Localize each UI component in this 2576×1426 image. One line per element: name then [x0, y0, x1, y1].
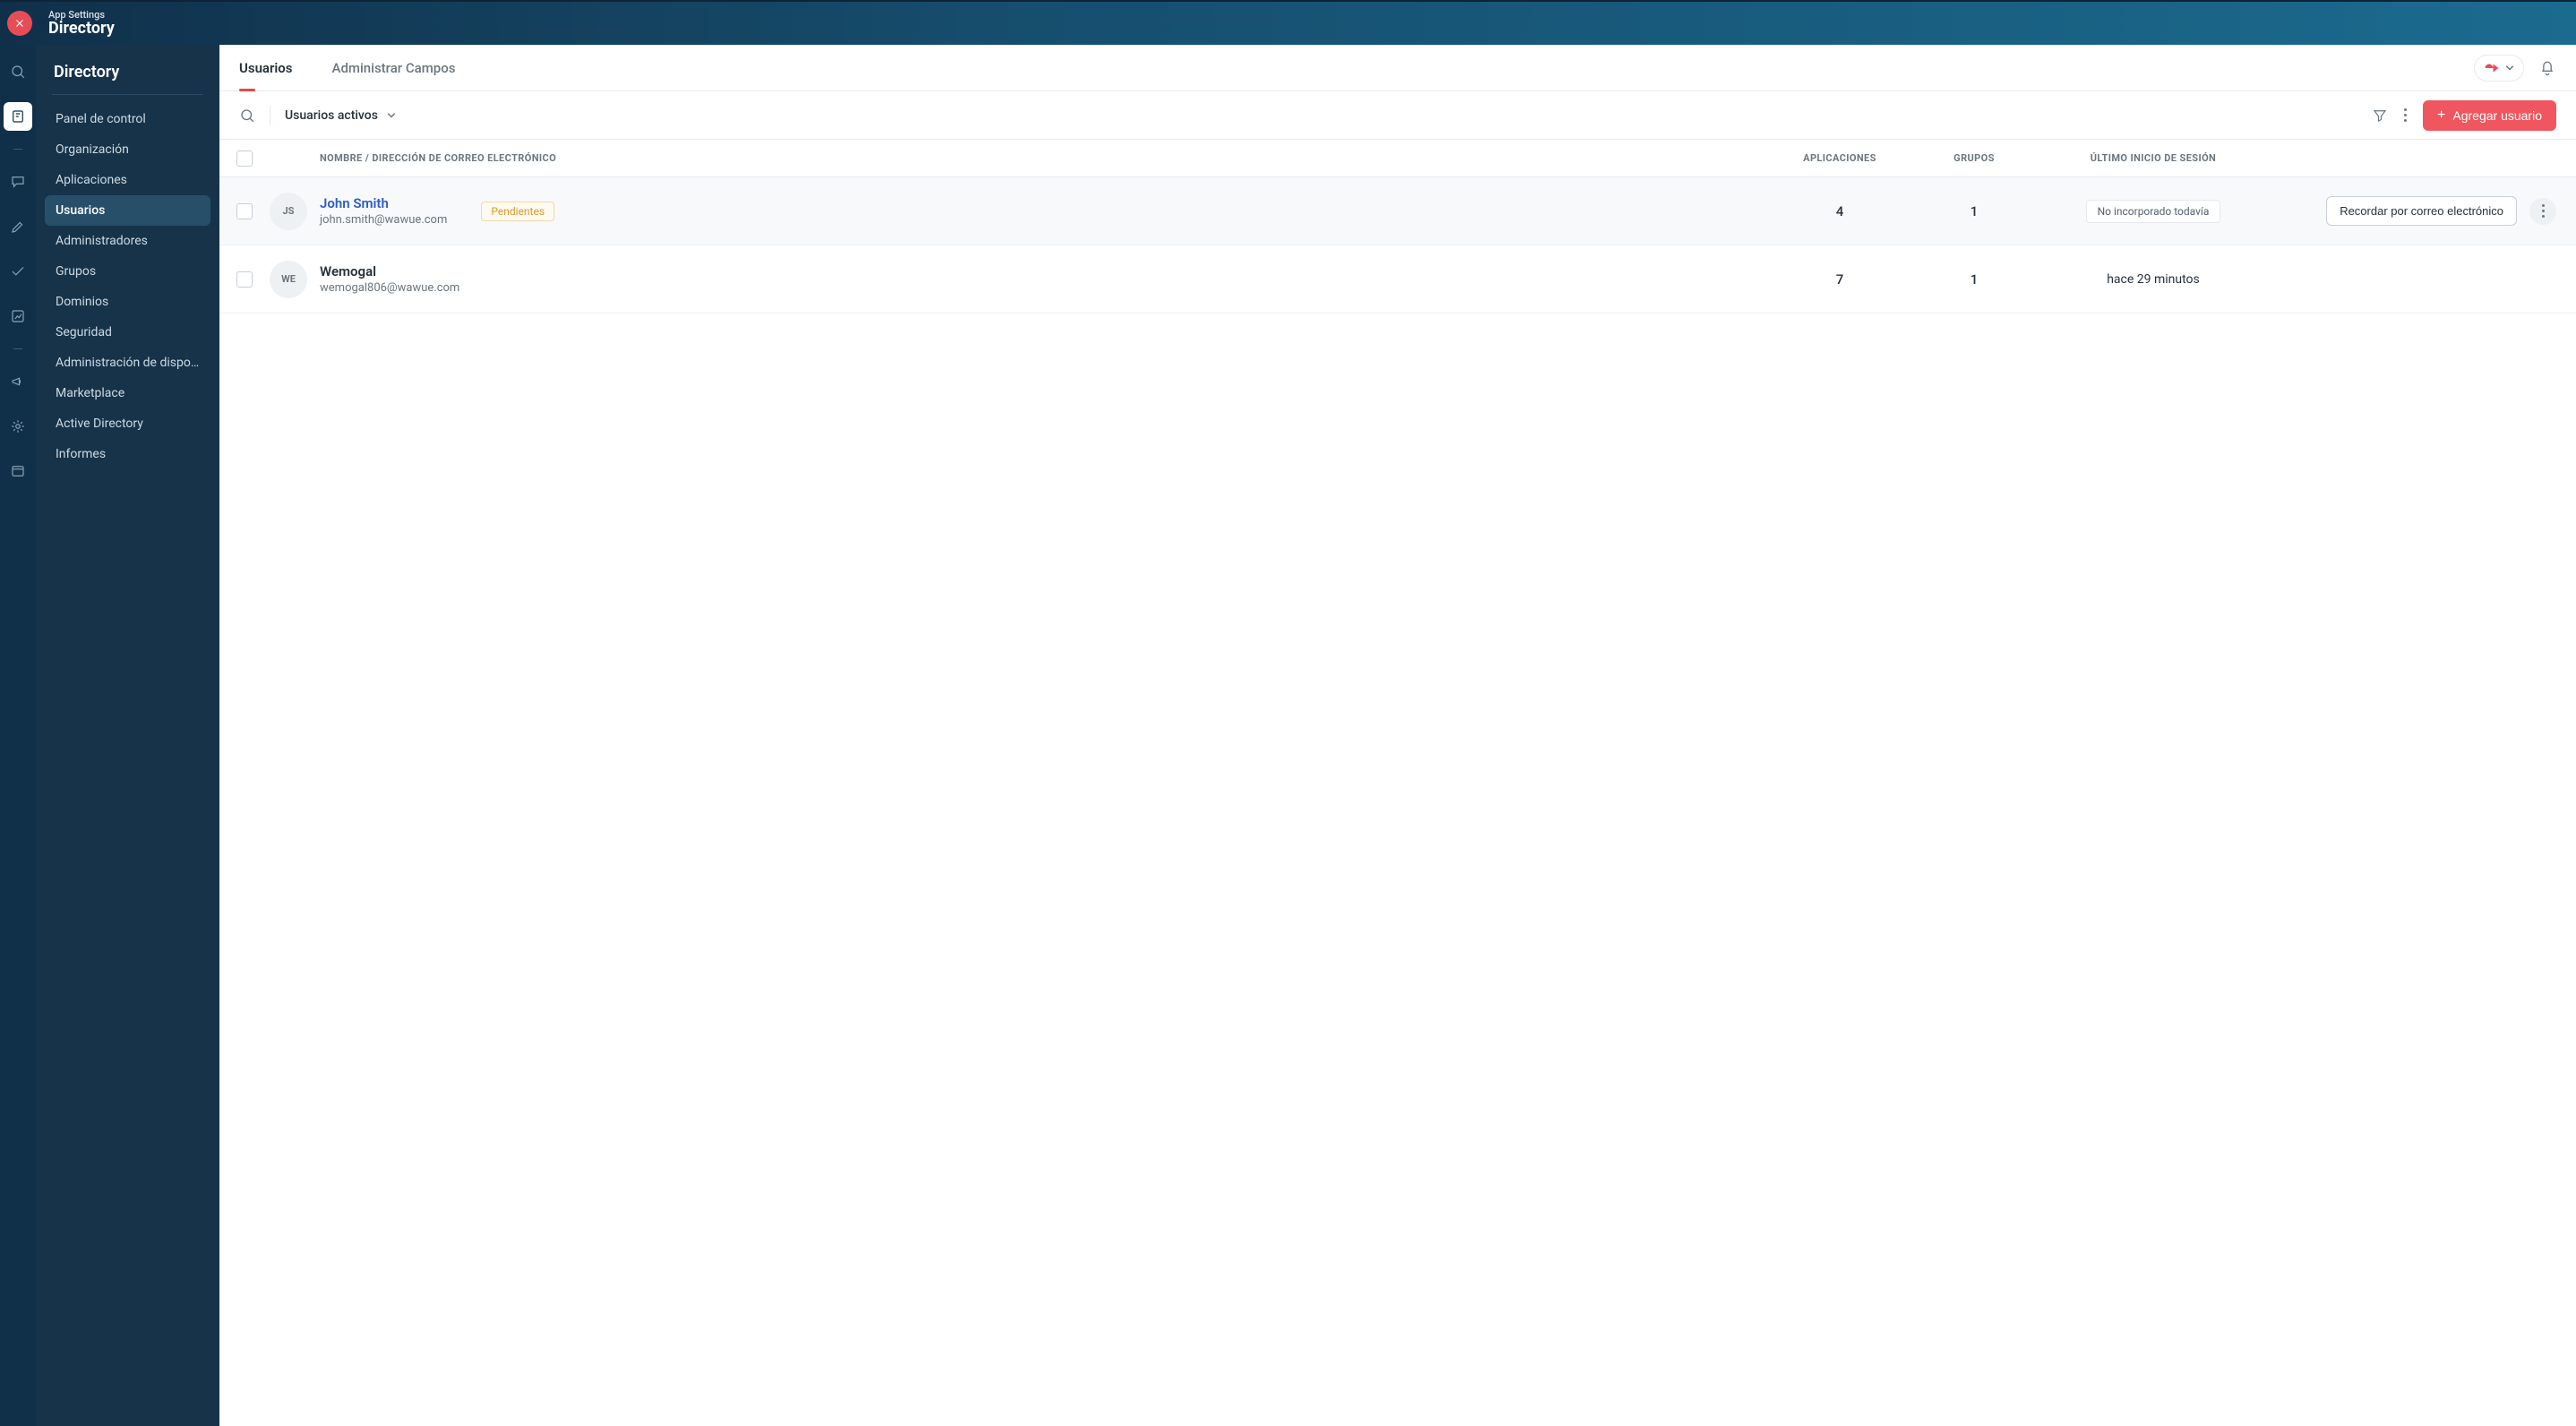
groups-count: 1 — [1911, 271, 2037, 288]
chevron-down-icon — [387, 113, 396, 118]
notifications-button[interactable] — [2538, 59, 2556, 77]
add-user-button[interactable]: + Agregar usuario — [2423, 100, 2556, 131]
user-email: john.smith@wawue.com — [320, 213, 447, 227]
tabs-bar: Usuarios Administrar Campos — [219, 45, 2576, 91]
filter-button[interactable] — [2372, 107, 2388, 124]
funnel-icon — [2372, 107, 2388, 124]
chevron-down-icon — [2505, 65, 2514, 71]
select-all-checkbox[interactable] — [236, 150, 253, 167]
apps-count: 7 — [1768, 271, 1911, 288]
app-header: App Settings Directory — [0, 0, 2576, 45]
status-filter-dropdown[interactable]: Usuarios activos — [285, 108, 396, 123]
rail-chat-icon[interactable] — [4, 168, 32, 196]
rail-search-icon[interactable] — [4, 57, 32, 86]
pending-badge: Pendientes — [481, 202, 554, 221]
rail-settings-icon[interactable] — [4, 412, 32, 441]
kebab-icon — [2542, 204, 2545, 218]
more-options-button[interactable] — [2404, 108, 2407, 122]
sidebar-item[interactable]: Seguridad — [45, 317, 210, 348]
rail-apps-icon[interactable] — [4, 457, 32, 485]
users-table: NOMBRE / DIRECCIÓN DE CORREO ELECTRÓNICO… — [219, 140, 2576, 314]
bell-icon — [2538, 59, 2556, 77]
search-icon — [239, 107, 255, 124]
sidebar-item[interactable]: Administradores — [45, 226, 210, 256]
sidebar-item[interactable]: Aplicaciones — [45, 165, 210, 195]
avatar: JS — [270, 193, 307, 230]
sidebar: Directory Panel de controlOrganizaciónAp… — [36, 45, 219, 1426]
row-checkbox[interactable] — [236, 271, 253, 288]
add-user-label: Agregar usuario — [2452, 108, 2542, 123]
toolbar: Usuarios activos + Agregar usuario — [219, 91, 2576, 140]
sidebar-item[interactable]: Active Directory — [45, 408, 210, 439]
icon-rail — [0, 45, 36, 1426]
sidebar-item[interactable]: Dominios — [45, 287, 210, 317]
tab[interactable]: Usuarios — [239, 45, 293, 90]
search-button[interactable] — [239, 107, 255, 124]
sidebar-item[interactable]: Administración de dispositivos — [45, 348, 210, 378]
remind-email-button[interactable]: Recordar por correo electrónico — [2326, 196, 2517, 226]
rail-announcement-icon[interactable] — [4, 367, 32, 396]
sidebar-separator — [52, 94, 203, 95]
activity-icon — [2484, 61, 2500, 75]
status-filter-label: Usuarios activos — [285, 108, 378, 123]
user-email: wemogal806@wawue.com — [320, 281, 459, 295]
avatar: WE — [270, 261, 307, 298]
last-login: hace 29 minutos — [2037, 272, 2270, 287]
plus-icon: + — [2437, 108, 2445, 123]
table-header-row: NOMBRE / DIRECCIÓN DE CORREO ELECTRÓNICO… — [219, 140, 2576, 177]
sidebar-item[interactable]: Informes — [45, 439, 210, 469]
col-name: NOMBRE / DIRECCIÓN DE CORREO ELECTRÓNICO — [320, 152, 1768, 164]
activity-dropdown[interactable] — [2474, 55, 2524, 82]
sidebar-title: Directory — [36, 63, 219, 94]
user-name: Wemogal — [320, 263, 459, 279]
header-title: Directory — [48, 19, 115, 38]
col-last-login: ÚLTIMO INICIO DE SESIÓN — [2037, 152, 2270, 164]
row-menu-button[interactable] — [2529, 198, 2556, 225]
header-subtitle: App Settings — [48, 9, 115, 21]
table-row: JS John Smith john.smith@wawue.com Pendient… — [219, 177, 2576, 245]
col-groups: GRUPOS — [1911, 152, 2037, 164]
sidebar-item[interactable]: Panel de control — [45, 104, 210, 134]
sidebar-item[interactable]: Usuarios — [45, 195, 210, 226]
groups-count: 1 — [1911, 203, 2037, 219]
onboarding-status: No incorporado todavía — [2086, 200, 2221, 223]
rail-chart-icon[interactable] — [4, 302, 32, 331]
close-button[interactable] — [7, 11, 32, 36]
table-row: WE Wemogal wemogal806@wawue.com 71hace 29 m… — [219, 245, 2576, 314]
col-apps: APLICACIONES — [1768, 152, 1911, 164]
rail-separator — [13, 149, 22, 150]
sidebar-item[interactable]: Marketplace — [45, 378, 210, 408]
kebab-icon — [2404, 108, 2407, 122]
sidebar-item[interactable]: Grupos — [45, 256, 210, 287]
rail-separator — [13, 348, 22, 349]
sidebar-item[interactable]: Organización — [45, 134, 210, 165]
main-content: Usuarios Administrar Campos — [219, 45, 2576, 1426]
tab[interactable]: Administrar Campos — [332, 45, 456, 90]
rail-check-icon[interactable] — [4, 257, 32, 286]
row-checkbox[interactable] — [236, 203, 253, 219]
apps-count: 4 — [1768, 203, 1911, 219]
close-icon — [13, 17, 26, 30]
user-name[interactable]: John Smith — [320, 195, 447, 211]
rail-directory-icon[interactable] — [4, 102, 32, 131]
rail-pencil-icon[interactable] — [4, 212, 32, 241]
